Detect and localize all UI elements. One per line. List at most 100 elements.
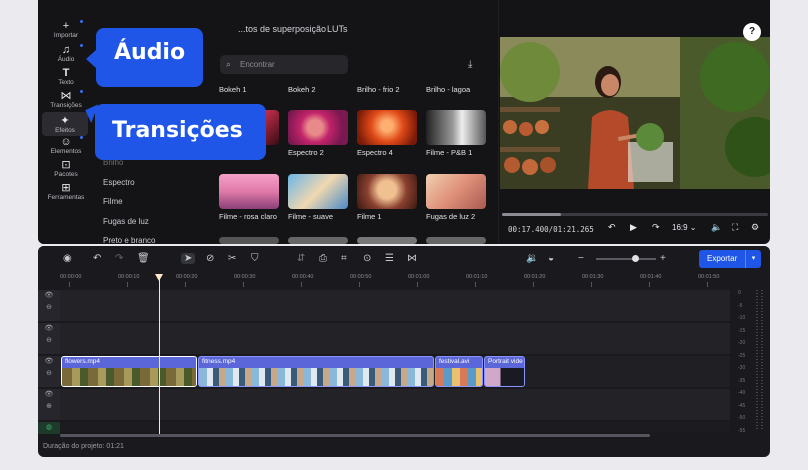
timeline-clip[interactable]: fitness.mp4	[198, 356, 434, 387]
category-item[interactable]: Filme	[103, 197, 123, 206]
fullscreen-icon[interactable]: ⛶	[732, 222, 738, 233]
timeline-clip[interactable]: Portrait vide	[484, 356, 525, 387]
timeline-track[interactable]	[60, 389, 730, 420]
record-icon[interactable]: ◉	[63, 253, 72, 264]
sidebar-item-packages[interactable]: ⊡ Pacotes	[38, 159, 94, 178]
timeline-track[interactable]	[60, 422, 730, 432]
shield-icon[interactable]: ⛉	[251, 253, 259, 264]
rewind-icon[interactable]: ↶	[608, 222, 616, 233]
search-icon: ⌕	[226, 59, 232, 69]
effect-thumbnail[interactable]	[426, 237, 486, 244]
help-button[interactable]: ?	[743, 23, 761, 41]
meter-scale-label: -50	[738, 415, 746, 421]
chevron-down-icon[interactable]: ▾	[745, 250, 761, 268]
transition-icon[interactable]: ⋈	[407, 253, 417, 264]
preview-progress-fill	[502, 213, 561, 216]
eye-icon[interactable]: 👁	[38, 290, 60, 302]
ruler-tick-mark	[301, 282, 302, 287]
magnet-icon[interactable]: ◒	[548, 253, 554, 264]
sidebar-item-effects[interactable]: ✦ Efeitos	[42, 112, 88, 136]
audio-mix-icon[interactable]: 🔉	[526, 253, 538, 264]
zoom-slider-knob[interactable]	[632, 255, 639, 262]
eye-icon[interactable]: 👁	[38, 356, 60, 368]
clip-thumbnails	[199, 368, 433, 386]
disable-icon[interactable]: ⊘	[206, 253, 214, 264]
ruler-tick-mark	[127, 282, 128, 287]
link-icon[interactable]: ⊕	[38, 401, 60, 413]
redo-icon[interactable]: ↷	[115, 253, 123, 264]
undo-icon[interactable]: ↶	[93, 253, 101, 264]
sidebar-item-import[interactable]: + Importar	[38, 20, 94, 39]
select-tool-icon[interactable]: ➤	[181, 253, 196, 264]
play-button[interactable]: ▶	[630, 222, 637, 233]
zoom-out-icon[interactable]: −	[578, 253, 584, 264]
ruler-tick-label: 00:01:10	[466, 274, 488, 280]
zoom-in-icon[interactable]: +	[660, 253, 666, 264]
aspect-ratio-select[interactable]: 16:9 ⌄	[672, 223, 697, 232]
tab-overlay-effects[interactable]: ...tos de superposição	[238, 24, 326, 34]
download-icon[interactable]: ⤓	[468, 59, 472, 70]
category-item[interactable]: Preto e branco	[103, 236, 155, 244]
meter-scale-label: -25	[738, 352, 746, 359]
ruler-tick-mark	[359, 282, 360, 287]
video-preview[interactable]	[500, 37, 770, 189]
callout-transitions: Transições	[95, 104, 266, 160]
link-icon[interactable]: ⊖	[38, 335, 60, 347]
forward-icon[interactable]: ↷	[652, 222, 660, 233]
sidebar-item-elements[interactable]: ☺ Elementos	[38, 136, 94, 155]
sidebar-item-tools[interactable]: ⊞ Ferramentas	[38, 182, 94, 201]
eye-icon[interactable]: 👁	[38, 389, 60, 401]
category-item[interactable]: Espectro	[103, 178, 135, 187]
effect-thumbnail[interactable]	[357, 237, 417, 244]
timeline-track[interactable]	[60, 290, 730, 321]
export-button[interactable]: Exportar ▾	[699, 250, 761, 268]
track-header: 👁 ⊖	[38, 290, 60, 321]
clip-thumbnails	[485, 368, 524, 386]
left-toolbar: + Importar ♫ Áudio T Texto ⋈ Transições …	[38, 0, 94, 244]
crop-icon[interactable]: ⌗	[341, 253, 347, 264]
timeline-clip[interactable]: festival.avi	[435, 356, 483, 387]
playhead[interactable]	[159, 274, 160, 434]
speed-icon[interactable]: ⊙	[363, 253, 371, 264]
link-icon[interactable]: ⊖	[38, 368, 60, 380]
search-input[interactable]: ⌕ Encontrar	[220, 55, 348, 74]
effect-label: Fugas de luz 2	[426, 212, 476, 221]
snapshot-icon[interactable]: ⎙	[319, 253, 327, 264]
timeline-track[interactable]	[60, 323, 730, 354]
settings-icon[interactable]: ⚙	[751, 222, 759, 233]
delete-icon[interactable]: 🗑	[137, 253, 150, 264]
playhead-handle[interactable]	[155, 274, 163, 281]
volume-icon[interactable]: 🔈	[711, 222, 722, 233]
category-item[interactable]: Fugas de luz	[103, 217, 149, 226]
ruler-tick-label: 00:01:50	[698, 274, 720, 280]
effect-thumbnail[interactable]	[426, 174, 486, 209]
effect-thumbnail[interactable]	[288, 237, 348, 244]
eye-icon[interactable]: 👁	[38, 323, 60, 335]
sidebar-item-text[interactable]: T Texto	[38, 67, 94, 86]
new-dot	[80, 20, 83, 23]
audio-track-icon[interactable]: ◍	[38, 422, 60, 434]
preview-progress-bar[interactable]	[502, 213, 768, 216]
preview-frame	[500, 37, 770, 189]
ruler-tick-mark	[591, 282, 592, 287]
track-header: 👁 ⊖	[38, 323, 60, 354]
zoom-slider[interactable]	[596, 255, 656, 262]
split-icon[interactable]: ✂	[228, 253, 236, 264]
new-dot	[80, 44, 83, 47]
audio-detach-icon[interactable]: ⇵	[297, 253, 305, 264]
effect-label: Bokeh 1	[219, 85, 247, 94]
effect-thumbnail[interactable]	[219, 237, 279, 244]
link-icon[interactable]: ⊖	[38, 302, 60, 314]
effect-thumbnail[interactable]	[288, 174, 348, 209]
effect-thumbnail[interactable]	[357, 110, 417, 145]
track-header: 👁 ⊕	[38, 389, 60, 420]
tab-luts[interactable]: LUTs	[327, 24, 348, 34]
effect-thumbnail[interactable]	[288, 110, 348, 145]
effect-thumbnail[interactable]	[357, 174, 417, 209]
effects-tabs: ...tos de superposição LUTs	[212, 0, 502, 44]
adjust-icon[interactable]: ☰	[385, 253, 394, 264]
timeline-clip[interactable]: flowers.mp4	[61, 356, 197, 387]
horizontal-scrollbar[interactable]	[60, 434, 650, 437]
effect-thumbnail[interactable]	[426, 110, 486, 145]
effect-thumbnail[interactable]	[219, 174, 279, 209]
